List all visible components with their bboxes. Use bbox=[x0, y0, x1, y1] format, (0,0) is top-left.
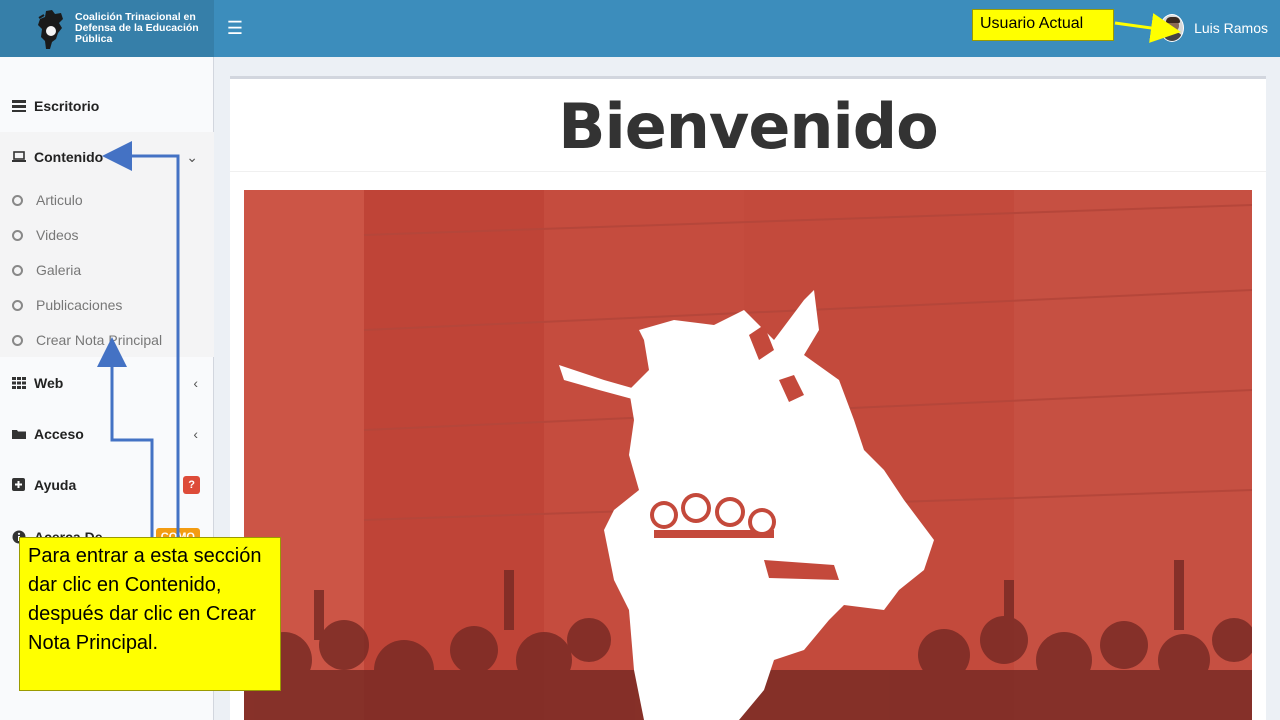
circle-icon bbox=[12, 264, 23, 276]
laptop-icon bbox=[12, 151, 26, 162]
submenu-item-label: Videos bbox=[36, 227, 79, 243]
submenu-item-crear-nota-principal[interactable]: Crear Nota Principal bbox=[12, 328, 162, 352]
submenu-item-galeria[interactable]: Galeria bbox=[12, 258, 81, 282]
avatar[interactable] bbox=[1160, 14, 1185, 42]
hamburger-icon[interactable]: ☰ bbox=[226, 16, 244, 40]
hero-banner-image bbox=[244, 190, 1252, 720]
coalition-logo-icon bbox=[38, 10, 63, 49]
sidebar-item-label: Acceso bbox=[34, 426, 84, 442]
submenu-item-label: Articulo bbox=[36, 192, 83, 208]
sidebar-item-label: Web bbox=[34, 375, 64, 391]
sidebar-item-acceso[interactable]: Acceso ‹ bbox=[0, 416, 214, 452]
chevron-down-icon[interactable]: ⌄ bbox=[186, 149, 198, 166]
user-name: Luis Ramos bbox=[1194, 20, 1268, 36]
submenu-item-publicaciones[interactable]: Publicaciones bbox=[12, 293, 122, 317]
submenu-item-videos[interactable]: Videos bbox=[12, 223, 79, 247]
folder-icon bbox=[12, 430, 26, 439]
sidebar-item-web[interactable]: Web ‹ bbox=[0, 365, 214, 401]
sidebar-item-label: Contenido bbox=[34, 149, 104, 165]
divider bbox=[230, 171, 1266, 172]
instructions-callout: Para entrar a esta sección dar clic en C… bbox=[19, 537, 281, 691]
help-badge: ? bbox=[183, 476, 200, 494]
logo-text: Coalición Trinacional en Defensa de la E… bbox=[75, 11, 199, 45]
chevron-left-icon[interactable]: ‹ bbox=[193, 375, 198, 391]
user-menu[interactable]: Luis Ramos bbox=[1160, 10, 1268, 46]
circle-icon bbox=[12, 229, 23, 241]
plus-square-icon bbox=[12, 478, 25, 491]
submenu-item-label: Galeria bbox=[36, 262, 82, 278]
circle-icon bbox=[12, 299, 23, 311]
sidebar-item-label: Escritorio bbox=[34, 98, 100, 114]
page-title: Bienvenido bbox=[558, 90, 939, 163]
sidebar-item-escritorio[interactable]: Escritorio bbox=[0, 88, 214, 124]
submenu-item-label: Crear Nota Principal bbox=[36, 332, 163, 348]
submenu-item-articulo[interactable]: Articulo bbox=[12, 188, 83, 212]
logo-area[interactable]: Coalición Trinacional en Defensa de la E… bbox=[0, 0, 214, 57]
current-user-callout: Usuario Actual bbox=[972, 9, 1114, 41]
dashboard-icon bbox=[12, 100, 26, 112]
sidebar-item-label: Ayuda bbox=[34, 477, 77, 493]
submenu-item-label: Publicaciones bbox=[36, 297, 123, 313]
sidebar-item-ayuda[interactable]: Ayuda ? bbox=[0, 467, 214, 503]
chevron-left-icon[interactable]: ‹ bbox=[193, 426, 198, 442]
sidebar-item-contenido[interactable]: Contenido ⌄ bbox=[0, 139, 214, 175]
circle-icon bbox=[12, 194, 23, 206]
hero-illustration bbox=[244, 190, 1252, 720]
grid-icon bbox=[12, 377, 26, 389]
circle-icon bbox=[12, 334, 23, 346]
